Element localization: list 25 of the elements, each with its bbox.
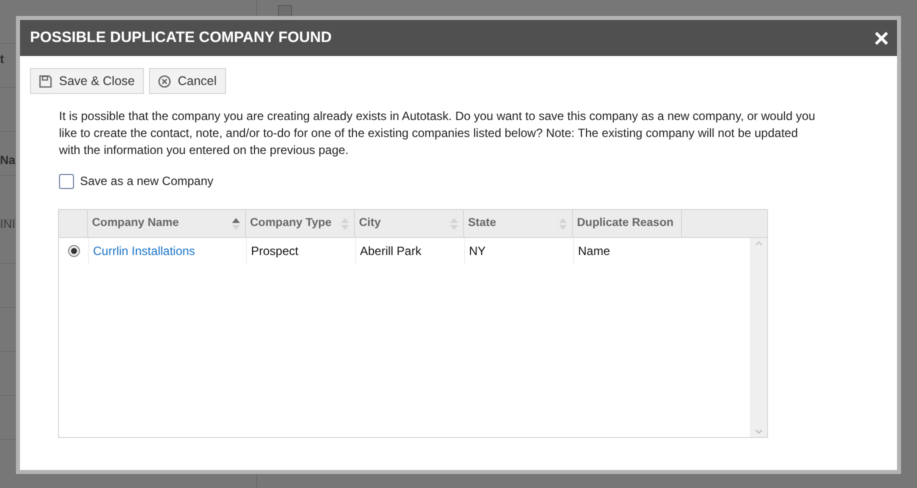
column-header[interactable]: Company Type — [250, 214, 332, 232]
save-as-new-checkbox[interactable] — [59, 174, 74, 188]
background-text: t — [0, 51, 4, 68]
message-text: It is possible that the company you are creating already exists in Autotask. Do you want to save this company as a new company, or would you like to create the contact, note, and/or to-do for one of the existing companies listed below? Note: The existing company will not be updated with the information you entered on the previous page. — [59, 108, 816, 159]
column-header[interactable]: City — [359, 214, 381, 232]
background-text: INI — [0, 216, 16, 233]
chevron-up-icon — [754, 241, 762, 246]
column-header[interactable]: State — [468, 214, 496, 232]
table-cell: NY — [464, 238, 573, 264]
company-link[interactable]: Currlin Installations — [88, 238, 246, 264]
row-radio[interactable] — [68, 245, 80, 257]
table-cell: Aberill Park — [355, 238, 464, 264]
scrollbar[interactable] — [750, 238, 767, 437]
dialog-title: POSSIBLE DUPLICATE COMPANY FOUND — [30, 28, 332, 48]
table-cell: Prospect — [246, 238, 355, 264]
cancel-button[interactable]: Cancel — [148, 68, 226, 94]
save-as-new-label: Save as a new Company — [80, 173, 214, 190]
column-header[interactable]: Company Name — [92, 214, 179, 232]
background-text: Na — [0, 152, 16, 169]
chevron-down-icon — [754, 429, 762, 434]
close-button[interactable]: × — [874, 25, 889, 51]
table-cell: Name — [573, 238, 682, 264]
save-close-button[interactable]: Save & Close — [30, 68, 144, 94]
cancel-icon — [158, 74, 171, 88]
column-header: Duplicate Reason — [577, 216, 674, 231]
